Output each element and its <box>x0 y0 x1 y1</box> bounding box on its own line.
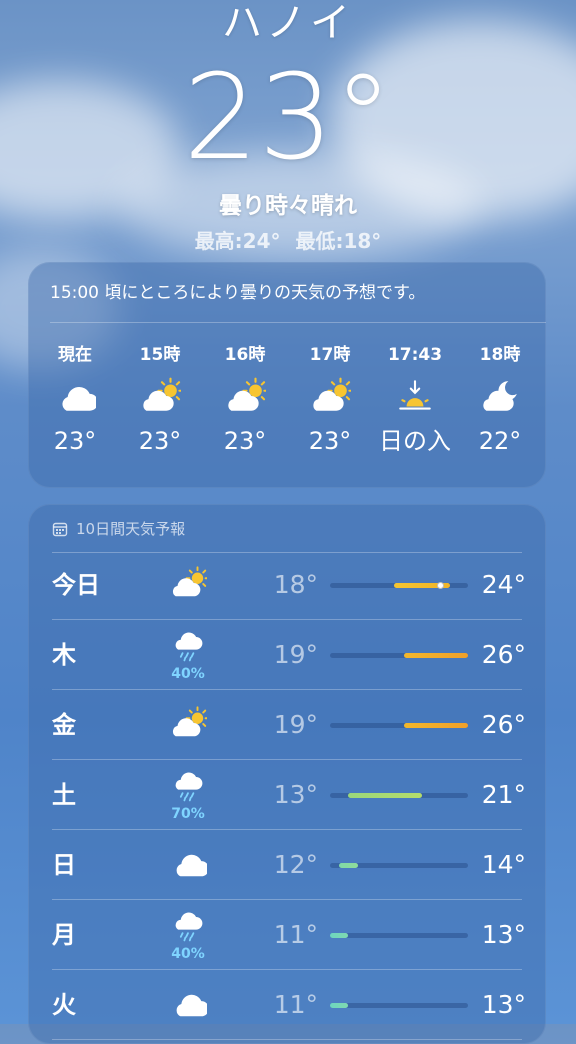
cloud-icon <box>169 984 209 1026</box>
daily-weather-icon <box>160 558 216 612</box>
daily-row[interactable]: 月 40% 11° 13° <box>28 900 546 970</box>
rain-cloud-icon <box>170 628 206 668</box>
temp-range-track <box>330 1003 468 1008</box>
hourly-item: 15時 23° <box>115 342 205 458</box>
partly-sunny-icon <box>200 368 290 424</box>
temp-range-track <box>330 933 468 938</box>
hour-value: 日の入 <box>379 427 451 455</box>
precip-chance: 70% <box>171 806 205 822</box>
day-label: 日 <box>52 851 76 879</box>
precip-chance: 40% <box>171 666 205 682</box>
hour-label: 17時 <box>309 345 351 365</box>
daily-row[interactable]: 土 70% 13° 21° <box>28 760 546 830</box>
daily-row[interactable]: 今日 18° 24° <box>28 550 546 620</box>
low-temp: 19° <box>273 710 318 739</box>
rain-cloud-icon <box>170 908 206 948</box>
sunset-icon <box>370 368 460 424</box>
city-name: ハノイ <box>222 0 354 46</box>
high-temp: 21° <box>481 780 526 809</box>
high-temp: 24° <box>481 570 526 599</box>
ten-day-title: 10日間天気予報 <box>76 520 186 538</box>
hour-value: 23° <box>308 427 352 455</box>
daily-row[interactable]: 火 11° 13° <box>28 970 546 1040</box>
divider <box>52 1039 522 1040</box>
temp-range-track <box>330 582 468 589</box>
divider <box>50 322 546 323</box>
temp-range-bar <box>330 933 349 938</box>
day-label: 月 <box>52 921 76 949</box>
calendar-icon <box>52 522 68 537</box>
high-low-temperature: 最高:24° 最低:18° <box>194 229 382 253</box>
hour-value: 23° <box>53 427 97 455</box>
daily-weather-icon <box>160 838 216 892</box>
high-temp: 26° <box>481 710 526 739</box>
partly-sunny-icon <box>285 368 375 424</box>
hour-label: 17:43 <box>387 345 443 365</box>
weather-condition: 曇り時々晴れ <box>219 193 357 219</box>
low-temp: 11° <box>273 920 318 949</box>
temp-range-track <box>330 793 468 798</box>
hourly-item: 18時 22° <box>455 342 545 458</box>
partly-cloudy-night-icon <box>455 368 545 424</box>
daily-row[interactable]: 木 40% 19° 26° <box>28 620 546 690</box>
temp-range-bar <box>348 793 422 798</box>
low-temp: 11° <box>273 990 318 1019</box>
day-label: 土 <box>52 781 76 809</box>
day-label: 火 <box>52 991 76 1019</box>
temp-range-bar <box>403 723 468 728</box>
temp-range-track <box>330 723 468 728</box>
high-temp: 13° <box>481 990 526 1019</box>
temp-range-bar <box>339 863 358 868</box>
cloud-icon <box>30 368 120 424</box>
daily-weather-icon: 40% <box>160 628 216 682</box>
partly-sunny-icon <box>169 564 210 606</box>
hour-label: 18時 <box>479 345 521 365</box>
low-temp: 12° <box>273 850 318 879</box>
hourly-item: 現在 23° <box>30 342 120 458</box>
partly-sunny-icon <box>115 368 205 424</box>
hour-value: 23° <box>223 427 267 455</box>
day-label: 金 <box>52 711 76 739</box>
low-temp: 18° <box>273 570 318 599</box>
ten-day-forecast-card[interactable]: 10日間天気予報 今日 18° 24° 木 40% 19° 26° 金 19° 26° 土 70% 13… <box>28 504 546 1044</box>
current-temperature: 23° <box>183 48 393 186</box>
partly-sunny-icon <box>169 704 210 746</box>
daily-row[interactable]: 金 19° 26° <box>28 690 546 760</box>
hour-value: 23° <box>138 427 182 455</box>
cloud-icon <box>169 844 209 886</box>
low-temp: 13° <box>273 780 318 809</box>
hourly-summary: 15:00 頃にところにより曇りの天気の予想です。 <box>50 283 426 303</box>
temp-range-bar <box>330 1003 349 1008</box>
daily-weather-icon <box>160 698 216 752</box>
rain-cloud-icon <box>170 768 206 808</box>
daily-weather-icon: 40% <box>160 908 216 962</box>
day-label: 木 <box>52 641 76 669</box>
ten-day-header: 10日間天気予報 <box>52 518 185 540</box>
daily-weather-icon: 70% <box>160 768 216 822</box>
hour-label: 15時 <box>139 345 181 365</box>
hourly-item: 17:43 日の入 <box>370 342 460 458</box>
high-temp: 13° <box>481 920 526 949</box>
temp-range-track <box>330 653 468 658</box>
hourly-item: 17時 23° <box>285 342 375 458</box>
temp-range-track <box>330 863 468 868</box>
day-label: 今日 <box>52 571 100 599</box>
hour-value: 22° <box>478 427 522 455</box>
daily-row[interactable]: 日 12° 14° <box>28 830 546 900</box>
high-temp: 26° <box>481 640 526 669</box>
hourly-item: 16時 23° <box>200 342 290 458</box>
hour-label: 現在 <box>58 345 92 365</box>
precip-chance: 40% <box>171 946 205 962</box>
hourly-forecast-card[interactable]: 15:00 頃にところにより曇りの天気の予想です。 現在 23° 15時 23° 16時… <box>28 262 546 488</box>
temp-range-bar <box>403 653 468 658</box>
high-temp: 14° <box>481 850 526 879</box>
hour-label: 16時 <box>224 345 266 365</box>
low-temp: 19° <box>273 640 318 669</box>
